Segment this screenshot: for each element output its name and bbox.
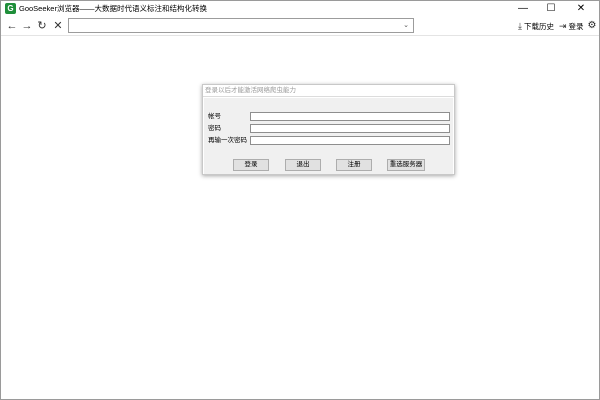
login-dialog: 登录以后才能激活网络爬虫能力 帐号 密码 再输一次密码 登录 退出 注册 重选服… [202, 84, 455, 175]
register-button[interactable]: 注册 [336, 159, 372, 171]
download-history-label: 下载历史 [523, 22, 554, 31]
login-label: 登录 [568, 22, 584, 31]
login-icon: ⇥ [559, 21, 567, 31]
title-bar[interactable]: G GooSeeker浏览器——大数据时代语义标注和结构化转换 — ☐ ✕ [1, 1, 599, 16]
select-server-button[interactable]: 重选服务器 [387, 159, 425, 171]
account-input[interactable] [250, 112, 450, 121]
back-icon[interactable]: ← [5, 18, 19, 34]
close-button[interactable]: ✕ [567, 1, 595, 16]
gooseeker-logo-icon: G [5, 3, 16, 14]
dialog-header: 登录以后才能激活网络爬虫能力 [203, 85, 454, 97]
gear-icon[interactable]: ⚙ [586, 19, 598, 33]
download-icon: ⤓ [518, 21, 522, 31]
login-button[interactable]: ⇥ 登录 [559, 19, 584, 33]
browser-window: G GooSeeker浏览器——大数据时代语义标注和结构化转换 — ☐ ✕ ← … [0, 0, 600, 400]
forward-icon[interactable]: → [20, 18, 34, 34]
password-input[interactable] [250, 124, 450, 133]
maximize-button[interactable]: ☐ [537, 1, 565, 16]
chevron-down-icon[interactable]: ⌄ [401, 19, 411, 32]
navigation-toolbar: ← → ↻ ✕ ⌄ ⤓ 下载历史 ⇥ 登录 ⚙ [1, 16, 599, 36]
login-form: 帐号 密码 再输一次密码 登录 退出 注册 重选服务器 [204, 98, 453, 174]
download-history-button[interactable]: ⤓ 下载历史 [518, 19, 554, 33]
password-label: 密码 [208, 125, 221, 132]
stop-icon[interactable]: ✕ [51, 18, 65, 34]
login-submit-button[interactable]: 登录 [233, 159, 269, 171]
account-label: 帐号 [208, 113, 221, 120]
window-title: GooSeeker浏览器——大数据时代语义标注和结构化转换 [19, 4, 207, 13]
minimize-button[interactable]: — [509, 1, 537, 16]
refresh-icon[interactable]: ↻ [35, 18, 49, 34]
repeat-password-input[interactable] [250, 136, 450, 145]
repeat-password-label: 再输一次密码 [208, 137, 247, 144]
logout-button[interactable]: 退出 [285, 159, 321, 171]
address-bar[interactable]: ⌄ [68, 18, 414, 33]
